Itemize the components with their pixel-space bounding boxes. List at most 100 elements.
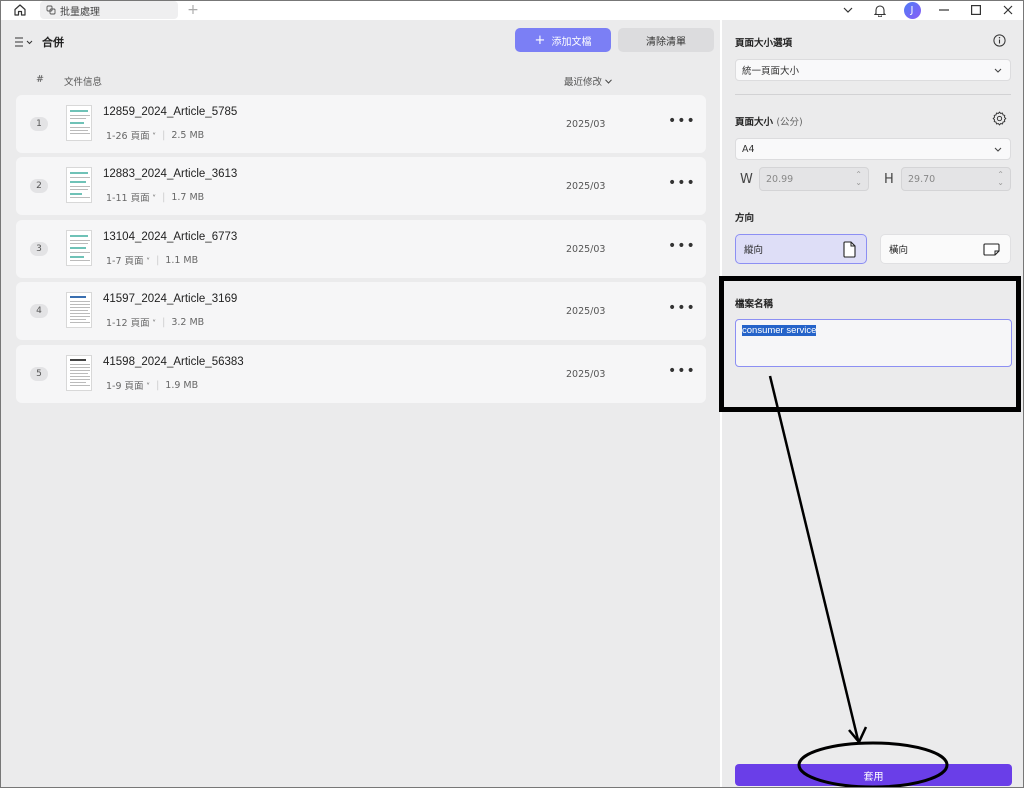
menu-icon[interactable]	[14, 37, 34, 47]
file-date: 2025/03	[566, 306, 606, 317]
page-range-chevron-icon: ˅	[149, 319, 157, 328]
file-thumbnail	[66, 230, 92, 266]
file-name-label: 檔案名稱	[735, 299, 774, 310]
width-value: 20.99	[766, 173, 794, 185]
gear-icon[interactable]	[992, 111, 1007, 126]
home-icon	[14, 4, 26, 16]
dropdown-button[interactable]	[832, 0, 864, 20]
height-stepper-icon[interactable]: ⌃ ⌄	[997, 171, 1004, 187]
batch-icon	[46, 5, 56, 15]
more-options-icon[interactable]: •••	[668, 300, 696, 316]
add-document-button[interactable]: + 添加文檔	[515, 28, 611, 52]
column-number: #	[36, 74, 44, 85]
portrait-label: 縱向	[744, 245, 764, 256]
row-number: 4	[30, 304, 48, 318]
column-file-info: 文件信息	[64, 77, 103, 88]
file-row[interactable]: 2 12883_2024_Article_3613 1-11 頁面 ˅ | 1.…	[16, 157, 706, 215]
divider	[735, 94, 1011, 95]
settings-panel: 頁面大小選項 統一頁面大小 頁面大小 (公分) A4 W 20.99 ⌃ ⌄ H …	[722, 20, 1024, 788]
page-range[interactable]: 1-12 頁面 ˅	[106, 315, 156, 329]
notification-button[interactable]	[864, 0, 896, 20]
file-meta: 1-7 頁面 ˅ | 1.1 MB	[106, 253, 199, 268]
height-input[interactable]: 29.70 ⌃ ⌄	[901, 167, 1011, 191]
width-stepper-icon[interactable]: ⌃ ⌄	[855, 171, 862, 187]
page-range-chevron-icon: ˅	[143, 257, 151, 266]
file-meta: 1-26 頁面 ˅ | 2.5 MB	[106, 128, 205, 143]
more-options-icon[interactable]: •••	[668, 175, 696, 191]
plus-icon: +	[534, 32, 546, 48]
page-range-chevron-icon: ˅	[149, 194, 157, 203]
file-size: 1.7 MB	[171, 191, 205, 203]
portrait-option[interactable]: 縱向	[735, 234, 867, 264]
file-row[interactable]: 4 41597_2024_Article_3169 1-12 頁面 ˅ | 3.…	[16, 282, 706, 340]
file-size: 3.2 MB	[171, 316, 205, 328]
page-range[interactable]: 1-7 頁面 ˅	[106, 253, 150, 267]
file-name: 41598_2024_Article_56383	[103, 356, 244, 368]
page-size-options-value: 統一頁面大小	[742, 66, 800, 77]
account-button[interactable]: J	[896, 0, 928, 20]
file-row[interactable]: 1 12859_2024_Article_5785 1-26 頁面 ˅ | 2.…	[16, 95, 706, 153]
file-thumbnail	[66, 355, 92, 391]
paper-size-value: A4	[742, 143, 755, 155]
file-thumbnail	[66, 167, 92, 203]
file-row[interactable]: 3 13104_2024_Article_6773 1-7 頁面 ˅ | 1.1…	[16, 220, 706, 278]
width-input[interactable]: 20.99 ⌃ ⌄	[759, 167, 869, 191]
portrait-page-icon	[843, 241, 856, 258]
maximize-button[interactable]	[960, 0, 992, 20]
more-options-icon[interactable]: •••	[668, 113, 696, 129]
minimize-icon	[939, 9, 949, 11]
file-row[interactable]: 5 41598_2024_Article_56383 1-9 頁面 ˅ | 1.…	[16, 345, 706, 403]
height-value: 29.70	[908, 173, 936, 185]
clear-list-button[interactable]: 清除清單	[618, 28, 714, 52]
tab-label: 批量處理	[60, 6, 100, 18]
minimize-button[interactable]	[928, 0, 960, 20]
avatar: J	[903, 1, 921, 19]
file-size: 1.9 MB	[165, 379, 199, 391]
apply-button[interactable]: 套用	[735, 764, 1012, 786]
page-range[interactable]: 1-11 頁面 ˅	[106, 190, 156, 204]
file-name-input[interactable]: consumer service	[735, 319, 1012, 367]
file-meta: 1-9 頁面 ˅ | 1.9 MB	[106, 378, 199, 393]
chevron-down-icon	[843, 7, 853, 13]
file-meta: 1-12 頁面 ˅ | 3.2 MB	[106, 315, 205, 330]
page-range[interactable]: 1-26 頁面 ˅	[106, 128, 156, 142]
landscape-label: 橫向	[889, 245, 909, 256]
paper-size-select[interactable]: A4	[735, 138, 1011, 160]
add-document-label: 添加文檔	[551, 36, 592, 48]
file-thumbnail	[66, 292, 92, 328]
tab-batch-process[interactable]: 批量處理	[40, 1, 178, 19]
info-icon[interactable]	[993, 34, 1006, 47]
file-date: 2025/03	[566, 181, 606, 192]
merge-header: 合併	[14, 34, 64, 50]
page-range-chevron-icon: ˅	[143, 382, 151, 391]
maximize-icon	[971, 5, 981, 15]
column-last-modified[interactable]: 最近修改	[564, 74, 612, 88]
new-tab-button[interactable]: +	[178, 2, 208, 18]
landscape-page-icon	[983, 243, 1000, 256]
sort-chevron-icon	[605, 78, 612, 84]
page-range[interactable]: 1-9 頁面 ˅	[106, 378, 150, 392]
close-button[interactable]	[992, 0, 1024, 20]
file-size: 2.5 MB	[171, 129, 205, 141]
row-number: 5	[30, 367, 48, 381]
page-title: 合併	[42, 36, 64, 49]
bell-icon	[874, 4, 886, 17]
more-options-icon[interactable]: •••	[668, 363, 696, 379]
file-list-panel: 合併 + 添加文檔 清除清單 # 文件信息 最近修改 1 12859_2024_…	[0, 20, 720, 788]
file-name-value: consumer service	[742, 325, 817, 336]
page-size-options-select[interactable]: 統一頁面大小	[735, 59, 1011, 81]
close-icon	[1003, 5, 1013, 15]
more-options-icon[interactable]: •••	[668, 238, 696, 254]
width-label: W	[740, 172, 753, 187]
file-name: 13104_2024_Article_6773	[103, 231, 238, 243]
landscape-option[interactable]: 橫向	[880, 234, 1011, 264]
file-thumbnail	[66, 105, 92, 141]
file-meta: 1-11 頁面 ˅ | 1.7 MB	[106, 190, 205, 205]
page-size-unit: (公分)	[776, 117, 803, 128]
home-button[interactable]	[0, 0, 40, 20]
height-label: H	[884, 172, 894, 187]
row-number: 2	[30, 179, 48, 193]
file-date: 2025/03	[566, 244, 606, 255]
row-number: 3	[30, 242, 48, 256]
row-number: 1	[30, 117, 48, 131]
